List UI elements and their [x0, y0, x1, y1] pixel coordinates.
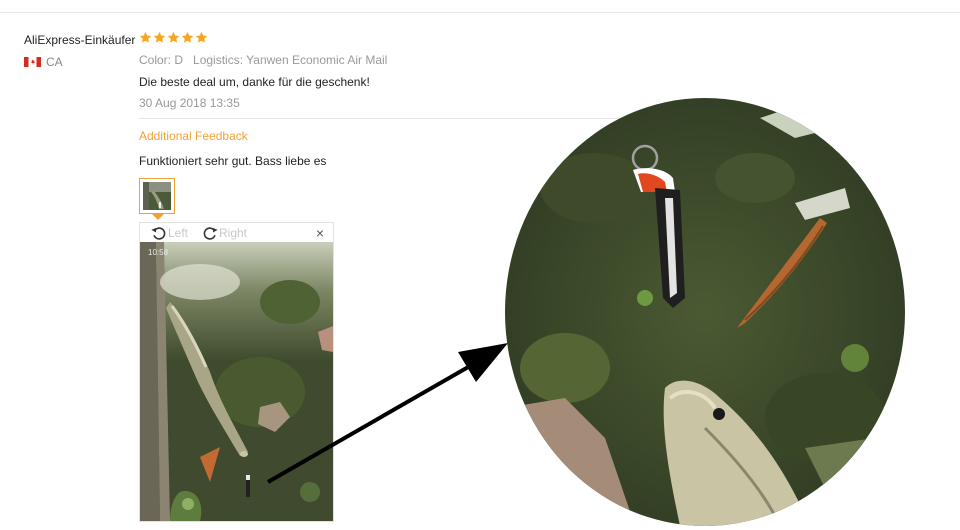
canada-flag-icon — [24, 57, 41, 67]
photo-viewer: Left Right × 10:58 — [139, 222, 334, 522]
feedback-photo-large — [140, 242, 333, 521]
thumbnail-pointer — [152, 214, 164, 220]
buyer-country: CA — [24, 55, 63, 69]
color-label: Color: D — [139, 53, 184, 67]
close-viewer-button[interactable]: × — [316, 225, 324, 241]
additional-feedback-heading: Additional Feedback — [139, 129, 248, 143]
photo-viewer-toolbar: Left Right × — [140, 223, 333, 242]
photo-thumbnail-image — [143, 182, 171, 210]
star-icon — [181, 31, 194, 43]
additional-feedback-text: Funktioniert sehr gut. Bass liebe es — [139, 154, 327, 168]
rotate-right-icon — [203, 227, 218, 240]
feedback-photo-thumbnail[interactable] — [139, 178, 175, 214]
star-icon — [195, 31, 208, 43]
star-icon — [139, 31, 152, 43]
logistics-label: Logistics: Yanwen Economic Air Mail — [193, 53, 388, 67]
rotate-left-label: Left — [168, 226, 189, 240]
star-icon — [153, 31, 166, 43]
photo-timestamp: 10:58 — [148, 248, 169, 257]
rotate-left-icon — [151, 227, 166, 240]
top-divider — [0, 12, 960, 13]
review-text: Die beste deal um, danke für die geschen… — [139, 75, 370, 89]
rotate-left-button[interactable]: Left — [150, 224, 188, 242]
review-date: 30 Aug 2018 13:35 — [139, 96, 240, 110]
zoomed-photo-detail — [505, 98, 905, 526]
country-code: CA — [46, 55, 63, 69]
order-meta: Color: D Logistics: Yanwen Economic Air M… — [139, 53, 387, 67]
rotate-right-label: Right — [219, 226, 248, 240]
rotate-right-button[interactable]: Right — [201, 224, 247, 242]
rating-stars — [139, 31, 208, 44]
buyer-name: AliExpress-Einkäufer — [24, 33, 136, 47]
star-icon — [167, 31, 180, 43]
